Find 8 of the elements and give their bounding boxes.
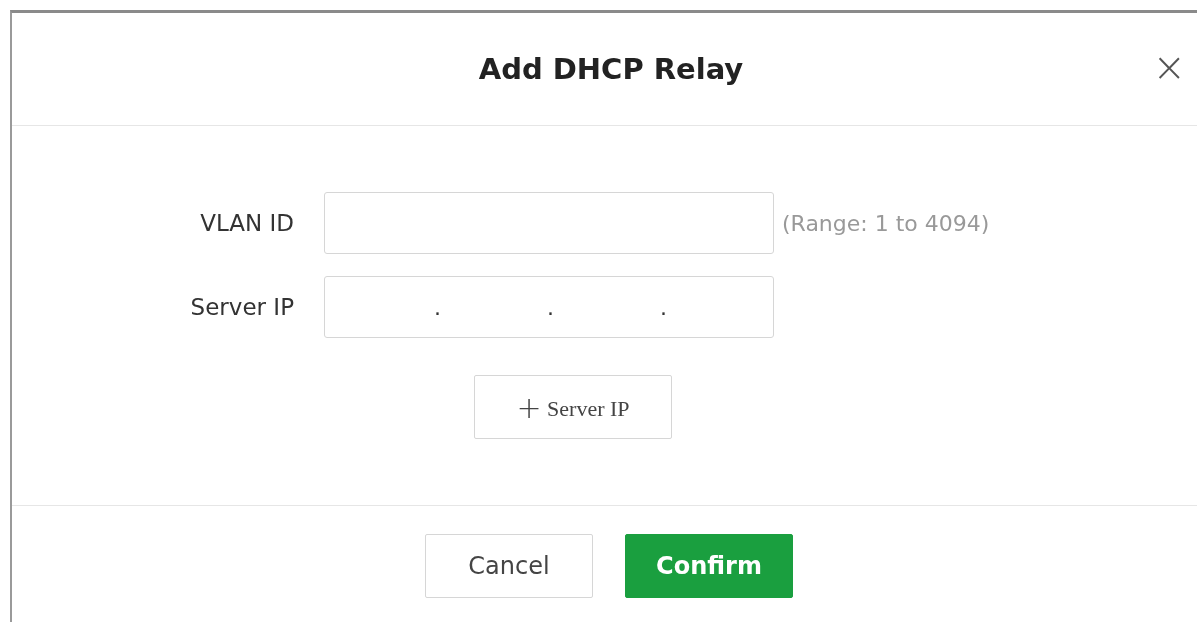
range-hint: (Range: 1 to 4094) [782, 210, 990, 236]
field-label: Server IP [189, 293, 294, 322]
ip-address-field[interactable]: . . . [324, 276, 774, 338]
vlan-id-field[interactable] [324, 192, 774, 254]
cancel-button[interactable]: Cancel [425, 534, 593, 598]
dialog-title: Add DHCP Relay [478, 52, 744, 86]
close-button[interactable]: × [1152, 47, 1186, 87]
field-label: VLAN ID [199, 209, 294, 238]
